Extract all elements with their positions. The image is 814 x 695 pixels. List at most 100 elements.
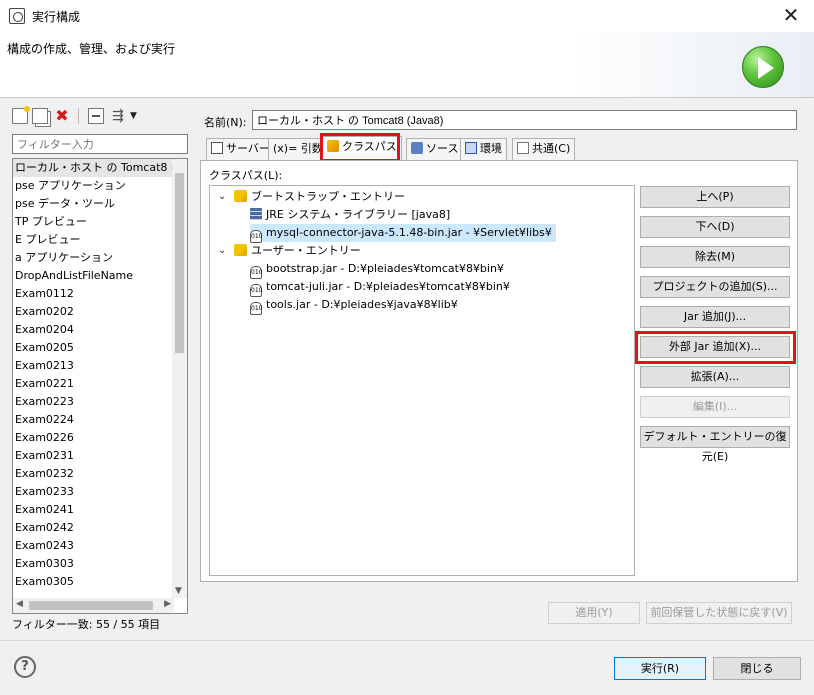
run-button[interactable]: 実行(R): [614, 657, 706, 680]
library-icon: [250, 208, 262, 220]
list-item[interactable]: E プレビュー: [13, 231, 174, 249]
list-item[interactable]: Exam0221: [13, 375, 174, 393]
list-item[interactable]: Exam0224: [13, 411, 174, 429]
tab-label: サーバー: [226, 142, 270, 155]
list-item[interactable]: Exam0202: [13, 303, 174, 321]
revert-button: 前回保管した状態に戻す(V): [646, 602, 792, 624]
classpath-tree[interactable]: ⌄ ブートストラップ・エントリー JRE システム・ライブラリー [java8]…: [209, 185, 635, 576]
highlight-box-classpath-tab: [320, 133, 400, 162]
list-item[interactable]: Exam0242: [13, 519, 174, 537]
help-icon[interactable]: ?: [14, 656, 36, 678]
list-item[interactable]: Exam0213: [13, 357, 174, 375]
classpath-entry-icon: [234, 244, 247, 256]
list-item[interactable]: Exam0223: [13, 393, 174, 411]
chevron-down-icon[interactable]: ⌄: [218, 242, 226, 260]
scroll-right-icon[interactable]: ▶: [164, 599, 171, 609]
common-icon: [517, 142, 529, 154]
name-label: 名前(N):: [204, 116, 247, 129]
list-item[interactable]: DropAndListFileName: [13, 267, 174, 285]
chevron-down-icon[interactable]: ▼: [130, 108, 146, 124]
tree-node-bootstrap[interactable]: ⌄ ブートストラップ・エントリー: [210, 188, 634, 206]
classpath-label: クラスパス(L):: [209, 169, 283, 182]
config-toolbar: ✖ ⇶ ▼: [6, 104, 194, 128]
tree-label: bootstrap.jar - D:¥pleiades¥tomcat¥8¥bin…: [266, 262, 504, 275]
list-item[interactable]: a アプリケーション: [13, 249, 174, 267]
up-button[interactable]: 上へ(P): [640, 186, 790, 208]
tab-label: ソース: [426, 142, 459, 155]
list-item[interactable]: pse アプリケーション: [13, 177, 174, 195]
filter-input[interactable]: [12, 134, 188, 154]
dialog-description: 構成の作成、管理、および実行: [7, 42, 176, 56]
environment-icon: [465, 142, 477, 154]
tab-label: 環境: [480, 142, 502, 155]
footer-divider: [0, 640, 814, 641]
list-item[interactable]: Exam0241: [13, 501, 174, 519]
tab-environment[interactable]: 環境: [460, 138, 507, 160]
close-icon[interactable]: ✕: [768, 0, 814, 30]
tab-server[interactable]: サーバー: [206, 138, 275, 160]
tree-node-mysql-jar[interactable]: 010 mysql-connector-java-5.1.48-bin.jar -…: [250, 224, 556, 243]
list-item[interactable]: Exam0226: [13, 429, 174, 447]
add-jar-button[interactable]: Jar 追加(J)...: [640, 306, 790, 328]
tab-label: 共通(C): [532, 142, 571, 155]
list-item[interactable]: Exam0303: [13, 555, 174, 573]
list-item[interactable]: ローカル・ホスト の Tomcat8 (Java: [13, 159, 174, 177]
list-item[interactable]: TP プレビュー: [13, 213, 174, 231]
add-project-button[interactable]: プロジェクトの追加(S)...: [640, 276, 790, 298]
chevron-down-icon[interactable]: ⌄: [218, 188, 226, 206]
tree-label: tools.jar - D:¥pleiades¥java¥8¥lib¥: [266, 298, 458, 311]
tab-arguments[interactable]: (x)= 引数: [268, 138, 328, 160]
list-item[interactable]: Exam0112: [13, 285, 174, 303]
scrollbar-thumb[interactable]: [175, 173, 184, 353]
tree-node-tomcat-juli-jar[interactable]: 010 tomcat-juli.jar - D:¥pleiades¥tomcat¥…: [250, 278, 510, 297]
name-field[interactable]: [252, 110, 797, 130]
vertical-scrollbar[interactable]: ▼: [172, 159, 187, 598]
tab-source[interactable]: ソース: [406, 138, 464, 160]
tree-node-tools-jar[interactable]: 010 tools.jar - D:¥pleiades¥java¥8¥lib¥: [250, 296, 458, 315]
scroll-left-icon[interactable]: ◀: [16, 599, 23, 609]
list-item[interactable]: Exam0204: [13, 321, 174, 339]
title-bar: 実行構成 ✕: [0, 0, 814, 32]
filter-icon[interactable]: ⇶: [110, 108, 126, 124]
list-item[interactable]: Exam0305: [13, 573, 174, 591]
source-icon: [411, 142, 423, 154]
scrollbar-thumb[interactable]: [29, 601, 153, 610]
tree-label: ブートストラップ・エントリー: [251, 190, 405, 203]
tree-node-user-entries[interactable]: ⌄ ユーザー・エントリー: [210, 242, 634, 260]
delete-icon[interactable]: ✖: [54, 108, 70, 124]
close-button[interactable]: 閉じる: [713, 657, 801, 680]
scroll-down-icon[interactable]: ▼: [175, 586, 182, 596]
window-title: 実行構成: [32, 10, 81, 24]
tab-common[interactable]: 共通(C): [512, 138, 576, 160]
restore-default-button[interactable]: デフォルト・エントリーの復元(E): [640, 426, 790, 463]
remove-button[interactable]: 除去(M): [640, 246, 790, 268]
tree-node-bootstrap-jar[interactable]: 010 bootstrap.jar - D:¥pleiades¥tomcat¥8¥…: [250, 260, 504, 279]
list-item[interactable]: Exam0205: [13, 339, 174, 357]
horizontal-scrollbar[interactable]: ◀ ▶: [13, 598, 174, 613]
tree-node-jre[interactable]: JRE システム・ライブラリー [java8]: [250, 206, 450, 224]
new-config-icon[interactable]: [12, 106, 30, 124]
config-tabs: サーバー (x)= 引数 クラスパス ソース 環境 共通(C): [204, 136, 798, 160]
run-icon: [742, 46, 784, 88]
tree-label: JRE システム・ライブラリー [java8]: [266, 208, 451, 221]
tree-label: mysql-connector-java-5.1.48-bin.jar - ¥S…: [266, 226, 552, 239]
apply-button: 適用(Y): [548, 602, 640, 624]
list-item[interactable]: Exam0232: [13, 465, 174, 483]
tree-label: ユーザー・エントリー: [251, 244, 361, 257]
duplicate-icon[interactable]: [32, 108, 48, 124]
list-item[interactable]: Exam0233: [13, 483, 174, 501]
list-item[interactable]: pse データ・ツール: [13, 195, 174, 213]
advanced-button[interactable]: 拡張(A)...: [640, 366, 790, 388]
configuration-list: ローカル・ホスト の Tomcat8 (Javapse アプリケーションpse …: [13, 159, 174, 591]
toolbar-divider: [78, 108, 79, 124]
configuration-tree[interactable]: ローカル・ホスト の Tomcat8 (Javapse アプリケーションpse …: [12, 158, 188, 614]
tab-label: (x)= 引数: [273, 142, 323, 155]
list-item[interactable]: Exam0231: [13, 447, 174, 465]
down-button[interactable]: 下へ(D): [640, 216, 790, 238]
list-item[interactable]: Exam0243: [13, 537, 174, 555]
dialog-header: 構成の作成、管理、および実行: [0, 32, 814, 98]
configuration-list-panel: ✖ ⇶ ▼ ローカル・ホスト の Tomcat8 (Javapse アプリケーシ…: [6, 104, 194, 634]
highlight-box-external-jar: [635, 331, 796, 364]
server-icon: [211, 142, 223, 154]
collapse-all-icon[interactable]: [88, 108, 104, 124]
